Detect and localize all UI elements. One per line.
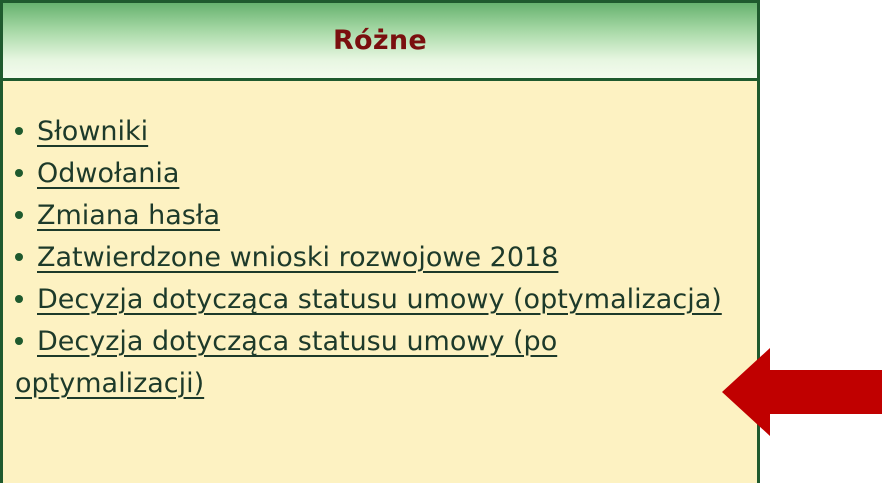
link-odwolania[interactable]: Odwołania (37, 158, 179, 189)
red-arrow-icon (722, 348, 882, 436)
bullet-icon (15, 210, 23, 219)
bullet-icon (15, 252, 23, 261)
bullet-icon (15, 336, 23, 345)
link-decyzja-optymalizacja[interactable]: Decyzja dotycząca statusu umowy (optymal… (37, 284, 722, 315)
panel-links-list: Słowniki Odwołania Zmiana hasła Zatwierd… (15, 111, 735, 405)
bullet-icon (15, 168, 23, 177)
bullet-icon (15, 294, 23, 303)
panel-title: Różne (332, 25, 428, 56)
misc-panel: Różne Słowniki Odwołania Zmiana hasła Za… (0, 0, 760, 483)
list-item: Decyzja dotycząca statusu umowy (optymal… (15, 279, 735, 321)
bullet-icon (15, 126, 23, 135)
list-item: Decyzja dotycząca statusu umowy (po opty… (15, 321, 735, 405)
list-item: Słowniki (15, 111, 735, 153)
panel-header: Różne (3, 3, 757, 81)
list-item: Zmiana hasła (15, 195, 735, 237)
link-slowniki[interactable]: Słowniki (37, 116, 148, 147)
link-zatwierdzone-wnioski[interactable]: Zatwierdzone wnioski rozwojowe 2018 (37, 242, 558, 273)
list-item: Odwołania (15, 153, 735, 195)
list-item: Zatwierdzone wnioski rozwojowe 2018 (15, 237, 735, 279)
link-decyzja-po-optymalizacji[interactable]: Decyzja dotycząca statusu umowy (po opty… (15, 326, 557, 399)
link-zmiana-hasla[interactable]: Zmiana hasła (37, 200, 220, 231)
